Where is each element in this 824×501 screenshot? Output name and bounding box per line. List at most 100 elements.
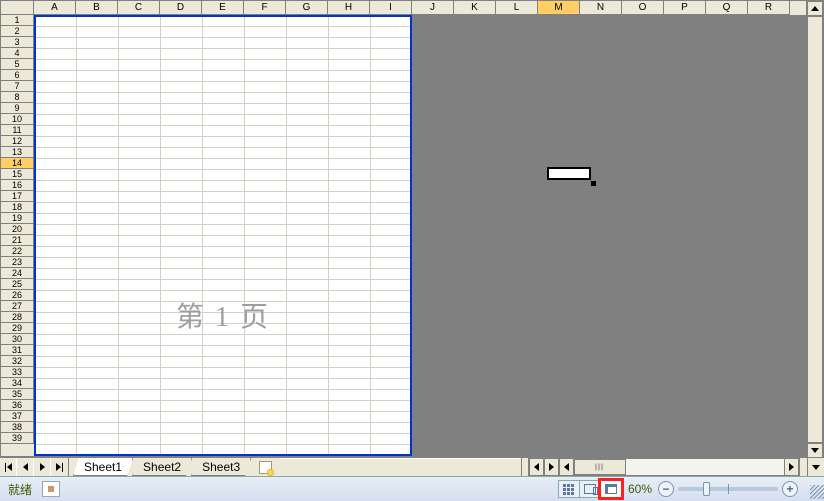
tab-scrollbar-splitter[interactable]	[521, 458, 529, 476]
row-header[interactable]: 2	[1, 26, 34, 37]
zoom-slider-knob[interactable]	[703, 482, 710, 496]
sheet-tab[interactable]: Sheet2	[132, 458, 192, 476]
scroll-right-button[interactable]	[544, 458, 559, 476]
row-header[interactable]: 8	[1, 92, 34, 103]
row-header[interactable]: 37	[1, 411, 34, 422]
column-header[interactable]: K	[454, 1, 496, 15]
vertical-scroll-thumb[interactable]	[807, 16, 823, 443]
horizontal-scrollbar[interactable]	[559, 458, 799, 476]
row-header[interactable]: 16	[1, 180, 34, 191]
row-header[interactable]: 1	[1, 15, 34, 26]
row-header[interactable]: 34	[1, 378, 34, 389]
column-header[interactable]: J	[412, 1, 454, 15]
row-header[interactable]: 36	[1, 400, 34, 411]
tab-bar-filler	[280, 458, 520, 476]
scroll-left-button[interactable]	[529, 458, 544, 476]
row-header[interactable]: 19	[1, 213, 34, 224]
scroll-left-button[interactable]	[559, 458, 574, 476]
row-header[interactable]: 25	[1, 279, 34, 290]
row-header[interactable]: 30	[1, 334, 34, 345]
row-header[interactable]: 12	[1, 136, 34, 147]
row-header[interactable]: 32	[1, 356, 34, 367]
row-header[interactable]: 9	[1, 103, 34, 114]
horizontal-scrollbar-left-pane[interactable]	[529, 458, 559, 476]
sheet-tab[interactable]: Sheet3	[191, 458, 251, 476]
column-header[interactable]: A	[34, 1, 76, 15]
tab-nav-last-button[interactable]	[51, 458, 68, 476]
row-header[interactable]: 18	[1, 202, 34, 213]
row-header[interactable]: 35	[1, 389, 34, 400]
column-header[interactable]: R	[748, 1, 790, 15]
view-normal-button[interactable]	[558, 480, 580, 498]
zoom-in-button[interactable]: +	[782, 481, 798, 497]
scroll-down-button[interactable]	[807, 443, 823, 458]
view-page-layout-button[interactable]	[579, 480, 601, 498]
pane-splitter-handle[interactable]	[799, 458, 807, 476]
cells-area[interactable]: 第 1 页	[34, 15, 806, 456]
window-resize-grip[interactable]	[810, 485, 824, 499]
zoom-slider[interactable]	[678, 487, 778, 491]
column-header[interactable]: C	[118, 1, 160, 15]
row-header[interactable]: 11	[1, 125, 34, 136]
column-header[interactable]: I	[370, 1, 412, 15]
row-header[interactable]: 29	[1, 323, 34, 334]
row-header[interactable]: 22	[1, 246, 34, 257]
row-header[interactable]: 13	[1, 147, 34, 158]
row-header[interactable]: 23	[1, 257, 34, 268]
row-header[interactable]: 5	[1, 59, 34, 70]
row-header[interactable]: 4	[1, 48, 34, 59]
select-all-corner[interactable]	[1, 1, 34, 15]
vertical-scrollbar[interactable]	[806, 1, 823, 458]
view-page-break-button[interactable]	[600, 480, 622, 498]
scroll-right-button[interactable]	[784, 458, 799, 476]
column-header[interactable]: O	[622, 1, 664, 15]
column-header[interactable]: Q	[706, 1, 748, 15]
row-header[interactable]: 27	[1, 301, 34, 312]
row-header[interactable]: 28	[1, 312, 34, 323]
zoom-level-label[interactable]: 60%	[622, 482, 658, 496]
page-non-print-area	[412, 15, 806, 456]
column-header[interactable]: B	[76, 1, 118, 15]
row-header[interactable]: 17	[1, 191, 34, 202]
scrollbar-corner	[807, 458, 824, 476]
zoom-out-button[interactable]: −	[658, 481, 674, 497]
vertical-scroll-track[interactable]	[807, 16, 823, 443]
tab-nav-prev-button[interactable]	[17, 458, 34, 476]
column-header[interactable]: M	[538, 1, 580, 15]
page-layout-icon	[584, 484, 596, 494]
row-header[interactable]: 15	[1, 169, 34, 180]
column-header[interactable]: P	[664, 1, 706, 15]
fill-handle[interactable]	[591, 181, 596, 186]
macro-record-button[interactable]	[42, 481, 60, 497]
column-header[interactable]: L	[496, 1, 538, 15]
row-header[interactable]: 6	[1, 70, 34, 81]
row-header[interactable]: 24	[1, 268, 34, 279]
tab-nav-first-button[interactable]	[0, 458, 17, 476]
row-header[interactable]: 20	[1, 224, 34, 235]
row-header[interactable]: 31	[1, 345, 34, 356]
row-header[interactable]: 14	[1, 158, 34, 169]
column-header[interactable]: E	[202, 1, 244, 15]
horizontal-scroll-thumb[interactable]	[574, 459, 627, 475]
column-header[interactable]: N	[580, 1, 622, 15]
column-header[interactable]: G	[286, 1, 328, 15]
tab-nav-next-button[interactable]	[34, 458, 51, 476]
row-header[interactable]: 38	[1, 422, 34, 433]
chevron-up-icon	[811, 6, 819, 11]
row-header[interactable]: 10	[1, 114, 34, 125]
row-header[interactable]: 21	[1, 235, 34, 246]
row-header[interactable]: 7	[1, 81, 34, 92]
column-header[interactable]: H	[328, 1, 370, 15]
active-cell[interactable]	[547, 167, 591, 180]
row-header[interactable]: 33	[1, 367, 34, 378]
new-sheet-button[interactable]	[254, 458, 276, 476]
column-header[interactable]: D	[160, 1, 202, 15]
column-header[interactable]: F	[244, 1, 286, 15]
row-header[interactable]: 3	[1, 37, 34, 48]
status-ready-label: 就绪	[0, 481, 40, 498]
scroll-up-button[interactable]	[807, 1, 823, 16]
horizontal-scroll-track[interactable]	[574, 458, 784, 476]
sheet-tab[interactable]: Sheet1	[73, 458, 133, 476]
row-header[interactable]: 26	[1, 290, 34, 301]
row-header[interactable]: 39	[1, 433, 34, 444]
